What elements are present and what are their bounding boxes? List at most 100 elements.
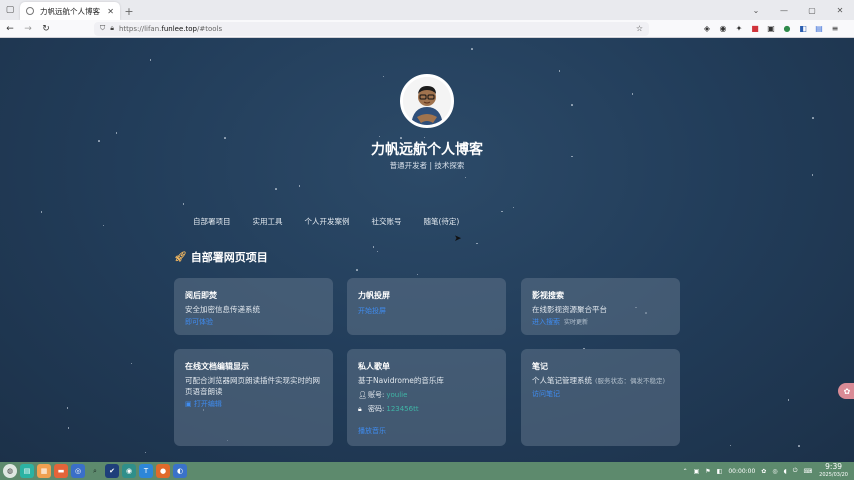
url-domain: funlee.top xyxy=(161,24,197,33)
card-link[interactable]: ▣ 打开编辑 xyxy=(185,399,222,409)
url-prefix: https://lifan. xyxy=(118,24,162,33)
site-title: 力帆远航个人博客 xyxy=(371,142,483,158)
volume-icon[interactable]: ◖ xyxy=(784,468,787,475)
pocket-icon[interactable]: ◈ xyxy=(699,21,715,37)
reload-icon[interactable]: ↻ xyxy=(38,21,54,37)
back-arrow-icon[interactable]: ← xyxy=(2,21,18,37)
taskbar-app-icon[interactable]: ▬ xyxy=(54,464,68,478)
section-heading: 🚀︎ 自部署网页项目 xyxy=(174,249,268,265)
card-description: 安全加密信息传递系统 xyxy=(185,305,260,314)
browser-tab-active[interactable]: 力帆远航个人博客 ✕ xyxy=(20,2,120,20)
keyboard-icon[interactable]: ⌨ xyxy=(804,468,813,475)
account-value[interactable]: youlie xyxy=(386,391,407,399)
menu-item-notes[interactable]: 随笔(待定) xyxy=(413,211,471,232)
mouse-cursor-icon: ➤ xyxy=(454,234,462,244)
password-row: 🔒︎ 密码: 123456tt xyxy=(358,404,495,414)
tab-favicon-icon xyxy=(26,7,34,15)
project-card[interactable]: 力帆投屏 开始投屏 xyxy=(347,278,506,335)
shield-icon[interactable]: ⛉ xyxy=(100,24,105,33)
background-star xyxy=(558,70,561,72)
extension-red-icon[interactable]: ■ xyxy=(747,21,763,37)
menu-item-cases[interactable]: 个人开发案例 xyxy=(294,211,361,232)
card-link[interactable]: 播放音乐 xyxy=(358,426,386,436)
close-window-button[interactable]: ✕ xyxy=(826,0,854,20)
background-star xyxy=(372,246,375,248)
new-tab-button[interactable]: + xyxy=(120,2,138,20)
floating-action-icon[interactable]: ✿ xyxy=(838,383,854,399)
menu-item-tools[interactable]: 实用工具 xyxy=(242,211,294,232)
project-card[interactable]: 阅后即焚 安全加密信息传递系统 即可体验 xyxy=(174,278,333,335)
background-star xyxy=(382,75,385,78)
service-status: (服务状态：偶发不稳定) xyxy=(595,377,666,385)
card-description: 在线影视资源聚合平台 xyxy=(532,305,607,314)
background-star xyxy=(476,242,478,245)
maximize-button[interactable]: ▢ xyxy=(798,0,826,20)
tray-app-icon[interactable]: ◎ xyxy=(772,468,777,475)
card-link[interactable]: 即可体验 xyxy=(185,317,213,327)
clock[interactable]: 9:39 2025/03/20 xyxy=(819,463,848,479)
background-star xyxy=(182,203,185,205)
tray-time-counter[interactable]: 00:00:00 xyxy=(728,468,755,475)
tab-overflow-icon[interactable]: ⌄ xyxy=(742,0,770,20)
background-star xyxy=(144,451,147,454)
extension-green-icon[interactable]: ● xyxy=(779,21,795,37)
tray-app-icon[interactable]: ◧ xyxy=(717,468,723,475)
tray-expand-icon[interactable]: ⌃ xyxy=(683,468,688,475)
bookmark-star-icon[interactable]: ☆ xyxy=(636,24,643,33)
background-star xyxy=(464,176,467,179)
extension-dark-icon[interactable]: ▣ xyxy=(763,21,779,37)
menu-item-social[interactable]: 社交账号 xyxy=(361,211,413,232)
tab-title: 力帆远航个人博客 xyxy=(40,6,100,16)
search-icon[interactable]: ⌕ xyxy=(88,464,102,478)
address-bar[interactable]: ⛉ 🔒︎ https://lifan.funlee.top/#tools ☆ xyxy=(94,21,649,36)
project-card[interactable]: 在线文档编辑显示 可配合浏览器网页朗读插件实现实时的网页语音朗读 ▣ 打开编辑 xyxy=(174,349,333,446)
card-link[interactable]: 访问笔记 xyxy=(532,389,560,399)
project-card[interactable]: 笔记 个人笔记管理系统 (服务状态：偶发不稳定) 访问笔记 xyxy=(521,349,680,446)
menu-item-self-hosted[interactable]: 自部署项目 xyxy=(182,211,242,232)
firefox-icon[interactable]: ● xyxy=(156,464,170,478)
background-star xyxy=(631,93,634,95)
taskbar-app-icon[interactable]: ▦ xyxy=(37,464,51,478)
extension-blue-icon[interactable]: ◧ xyxy=(795,21,811,37)
start-menu-icon[interactable]: ◍ xyxy=(3,464,17,478)
password-value[interactable]: 123456tt xyxy=(386,405,418,413)
project-card[interactable]: 私人歌单 基于Navidrome的音乐库 👤︎ 账号: youlie 🔒︎ 密码… xyxy=(347,349,506,446)
card-title: 在线文档编辑显示 xyxy=(185,362,249,371)
edit-icon: ▣ xyxy=(185,400,194,408)
background-star xyxy=(40,211,42,213)
lock-icon: 🔒︎ xyxy=(358,404,362,413)
card-link[interactable]: 进入搜索 xyxy=(532,317,560,327)
rocket-icon: 🚀︎ xyxy=(174,251,187,263)
forward-arrow-icon[interactable]: → xyxy=(20,21,36,37)
tab-close-icon[interactable]: ✕ xyxy=(107,7,114,16)
background-star xyxy=(787,399,790,401)
url-text[interactable]: https://lifan.funlee.top/#tools xyxy=(119,25,222,33)
clock-date: 2025/03/20 xyxy=(819,472,848,478)
tab-list-icon[interactable]: ▢ xyxy=(0,0,20,20)
taskbar-app-icon[interactable]: ◉ xyxy=(122,464,136,478)
background-star xyxy=(423,136,426,139)
minimize-button[interactable]: — xyxy=(770,0,798,20)
power-icon[interactable]: ⏻ xyxy=(793,467,798,475)
card-link[interactable]: 开始投屏 xyxy=(358,306,386,316)
avatar xyxy=(400,74,454,128)
taskbar-app-icon[interactable]: ◐ xyxy=(173,464,187,478)
background-star xyxy=(149,59,152,61)
extensions-icon[interactable]: ✦ xyxy=(731,21,747,37)
app-menu-icon[interactable]: ≡ xyxy=(827,21,843,37)
network-icon[interactable]: ⚑ xyxy=(705,468,710,475)
taskbar-app-icon[interactable]: ◎ xyxy=(71,464,85,478)
account-icon[interactable]: ◉ xyxy=(715,21,731,37)
tray-app-icon[interactable]: ✿ xyxy=(761,468,766,475)
lock-icon[interactable]: 🔒︎ xyxy=(110,24,114,33)
tray-app-icon[interactable]: ▣ xyxy=(694,468,700,475)
taskbar-app-icon[interactable]: ▤ xyxy=(20,464,34,478)
background-star xyxy=(376,250,379,253)
taskbar-app-icon[interactable]: ✔ xyxy=(105,464,119,478)
background-star xyxy=(298,185,301,187)
background-star xyxy=(130,362,133,365)
background-star xyxy=(571,104,573,106)
taskbar-app-icon[interactable]: T xyxy=(139,464,153,478)
reader-icon[interactable]: ▤ xyxy=(811,21,827,37)
project-card[interactable]: 影视搜索 在线影视资源聚合平台 进入搜索 实时更新 xyxy=(521,278,680,335)
